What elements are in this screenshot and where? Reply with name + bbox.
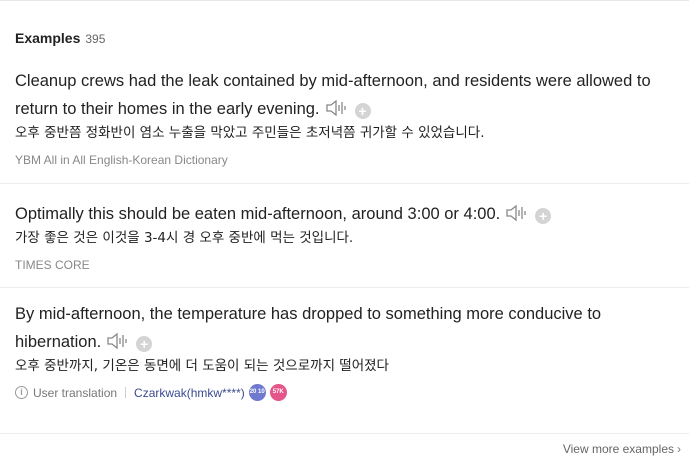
- example-sentence: By mid-afternoon, the temperature has dr…: [15, 300, 675, 356]
- example-sentence-line: Optimally this should be eaten mid-after…: [15, 205, 501, 223]
- examples-title: Examples: [15, 30, 81, 46]
- example-sentence-line: Cleanup crews had the leak contained by …: [15, 72, 651, 90]
- add-to-wordbook-plus-icon[interactable]: +: [136, 336, 153, 352]
- top-divider: [0, 0, 689, 1]
- example-item: Cleanup crews had the leak contained by …: [15, 67, 675, 167]
- example-sentence-line: By mid-afternoon, the temperature has dr…: [15, 305, 602, 323]
- speaker-icon[interactable]: [506, 204, 528, 222]
- footer-divider: [0, 433, 689, 434]
- meta-separator: [125, 387, 127, 398]
- user-count-badge: 57K: [269, 384, 287, 401]
- speaker-icon[interactable]: [325, 99, 348, 117]
- example-translation: 가장 좋은 것은 이것을 3-4시 경 오후 중반에 먹는 것입니다.: [15, 230, 354, 246]
- user-level-badge: 20 10: [248, 384, 266, 401]
- examples-header: Examples 395: [15, 30, 105, 46]
- example-source: YBM All in All English-Korean Dictionary: [15, 153, 228, 167]
- example-item: Optimally this should be eaten mid-after…: [15, 200, 675, 272]
- example-item: By mid-afternoon, the temperature has dr…: [15, 300, 675, 401]
- user-link[interactable]: Czarkwak(hmkw****): [134, 386, 245, 400]
- example-sentence-line: return to their homes in the early eveni…: [15, 100, 320, 118]
- example-translation: 오후 중반쯤 정화반이 염소 누출을 막았고 주민들은 초저녁쯤 귀가할 수 있…: [15, 125, 485, 141]
- speaker-icon[interactable]: [107, 332, 129, 350]
- example-divider: [0, 287, 689, 288]
- example-translation: 오후 중반까지, 기온은 동면에 더 도움이 되는 것으로까지 떨어졌다: [15, 358, 389, 374]
- user-translation-meta: i User translation Czarkwak(hmkw****) 20…: [15, 384, 675, 401]
- add-to-wordbook-plus-icon[interactable]: +: [535, 208, 552, 224]
- chevron-right-icon: ›: [677, 442, 681, 456]
- add-to-wordbook-plus-icon[interactable]: +: [354, 103, 371, 119]
- user-translation-label: User translation: [33, 385, 118, 400]
- example-divider: [0, 183, 689, 184]
- view-more-label: View more examples: [562, 442, 674, 456]
- example-sentence: Cleanup crews had the leak contained by …: [15, 67, 675, 123]
- examples-count: 395: [85, 32, 106, 46]
- view-more-examples-link[interactable]: View more examples ›: [563, 442, 681, 456]
- example-source: TIMES CORE: [15, 258, 90, 272]
- example-sentence: Optimally this should be eaten mid-after…: [15, 200, 675, 228]
- info-icon[interactable]: i: [15, 386, 28, 399]
- example-sentence-line: hibernation.: [15, 333, 102, 351]
